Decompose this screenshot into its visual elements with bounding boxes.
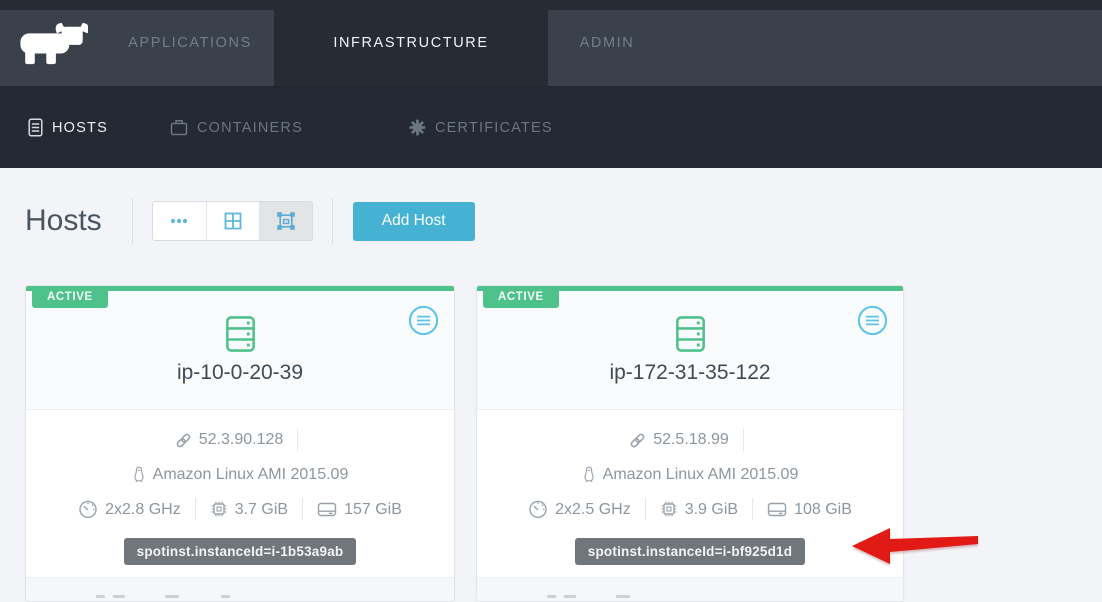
divider [752, 498, 753, 520]
host-memory: 3.7 GiB [235, 500, 288, 519]
ellipsis-icon [169, 211, 189, 231]
clipped-section [26, 577, 454, 601]
page-title: Hosts [25, 204, 102, 238]
divider [645, 498, 646, 520]
host-cpu: 2x2.8 GHz [105, 500, 181, 519]
list-view-button[interactable] [153, 202, 206, 240]
machine-view-button[interactable] [259, 202, 312, 240]
link-icon [175, 432, 192, 449]
host-storage: 108 GiB [794, 500, 852, 519]
page-header: Hosts [0, 168, 1102, 244]
host-ip: 52.3.90.128 [199, 430, 284, 449]
host-resources-row: 2x2.5 GHz 3.9 GiB [477, 491, 903, 527]
disk-drive-icon [317, 501, 337, 518]
host-label-badge: spotinst.instanceId=i-bf925d1d [575, 538, 805, 565]
machine-icon [276, 211, 296, 231]
hosts-icon [28, 118, 43, 137]
host-storage: 157 GiB [344, 500, 402, 519]
host-card: ACTIVE ip-172-31-35-122 [476, 285, 904, 602]
subnav-certificates-label: CERTIFICATES [435, 120, 553, 136]
subnav-item-hosts[interactable]: HOSTS [28, 118, 108, 137]
host-resources-row: 2x2.8 GHz 3.7 GiB [26, 491, 454, 527]
infrastructure-subnav: HOSTS CONTAINERS [0, 86, 1102, 168]
host-menu-button[interactable] [857, 305, 888, 336]
host-server-icon [671, 314, 710, 354]
hosts-page: Hosts [0, 168, 1102, 602]
subnav-item-certificates[interactable]: CERTIFICATES [409, 119, 553, 136]
link-icon [629, 432, 646, 449]
divider [195, 498, 196, 520]
disk-drive-icon [767, 501, 787, 518]
memory-chip-icon [660, 500, 678, 518]
host-os-row: Amazon Linux AMI 2015.09 [26, 458, 454, 491]
memory-chip-icon [210, 500, 228, 518]
host-label-badge: spotinst.instanceId=i-1b53a9ab [124, 538, 357, 565]
menu-circle-icon [857, 305, 888, 336]
host-card: ACTIVE ip-10-0-20-39 [25, 285, 455, 602]
menu-circle-icon [408, 305, 439, 336]
divider [297, 429, 298, 451]
host-card-details: 52.5.18.99 Amazon Linux AMI 2015.09 [477, 409, 903, 577]
host-ip-row: 52.5.18.99 [477, 422, 903, 458]
host-os-row: Amazon Linux AMI 2015.09 [477, 458, 903, 491]
tab-infrastructure-label: INFRASTRUCTURE [333, 35, 488, 51]
host-os: Amazon Linux AMI 2015.09 [603, 465, 799, 484]
tab-infrastructure[interactable]: INFRASTRUCTURE [274, 0, 548, 86]
divider [332, 198, 333, 244]
add-host-button[interactable]: Add Host [353, 202, 475, 241]
containers-icon [170, 119, 188, 136]
host-card-details: 52.3.90.128 Amazon Linux AMI 2015.09 [26, 409, 454, 577]
rancher-app: APPLICATIONS INFRASTRUCTURE ADMIN HOSTS … [0, 0, 1102, 598]
linux-penguin-icon [582, 465, 596, 484]
host-name[interactable]: ip-172-31-35-122 [477, 361, 903, 385]
top-nav: APPLICATIONS INFRASTRUCTURE ADMIN [0, 0, 1102, 86]
grid-view-button[interactable] [206, 202, 259, 240]
linux-penguin-icon [132, 465, 146, 484]
host-menu-button[interactable] [408, 305, 439, 336]
cpu-speed-gauge-icon [528, 499, 548, 519]
host-cards: ACTIVE ip-10-0-20-39 [25, 285, 1102, 602]
tab-applications[interactable]: APPLICATIONS [106, 0, 274, 86]
divider [132, 198, 133, 244]
host-cpu: 2x2.5 GHz [555, 500, 631, 519]
host-os: Amazon Linux AMI 2015.09 [153, 465, 349, 484]
host-ip: 52.5.18.99 [653, 430, 729, 449]
subnav-containers-label: CONTAINERS [197, 120, 303, 136]
host-ip-row: 52.3.90.128 [26, 422, 454, 458]
certificates-icon [409, 119, 426, 136]
divider [743, 429, 744, 451]
tab-applications-label: APPLICATIONS [128, 35, 252, 51]
rancher-logo[interactable] [0, 0, 106, 86]
host-card-header: ip-172-31-35-122 [477, 291, 903, 409]
tab-admin-label: ADMIN [580, 35, 635, 51]
host-server-icon [221, 314, 260, 354]
subnav-item-containers[interactable]: CONTAINERS [170, 119, 303, 136]
host-name[interactable]: ip-10-0-20-39 [26, 361, 454, 385]
subnav-hosts-label: HOSTS [52, 120, 108, 136]
view-toggle-group [152, 201, 313, 241]
tab-admin[interactable]: ADMIN [548, 0, 666, 86]
host-card-header: ip-10-0-20-39 [26, 291, 454, 409]
rancher-bull-icon [18, 20, 88, 66]
clipped-section [477, 577, 903, 601]
grid-icon [223, 211, 243, 231]
host-memory: 3.9 GiB [685, 500, 738, 519]
divider [302, 498, 303, 520]
cpu-speed-gauge-icon [78, 499, 98, 519]
